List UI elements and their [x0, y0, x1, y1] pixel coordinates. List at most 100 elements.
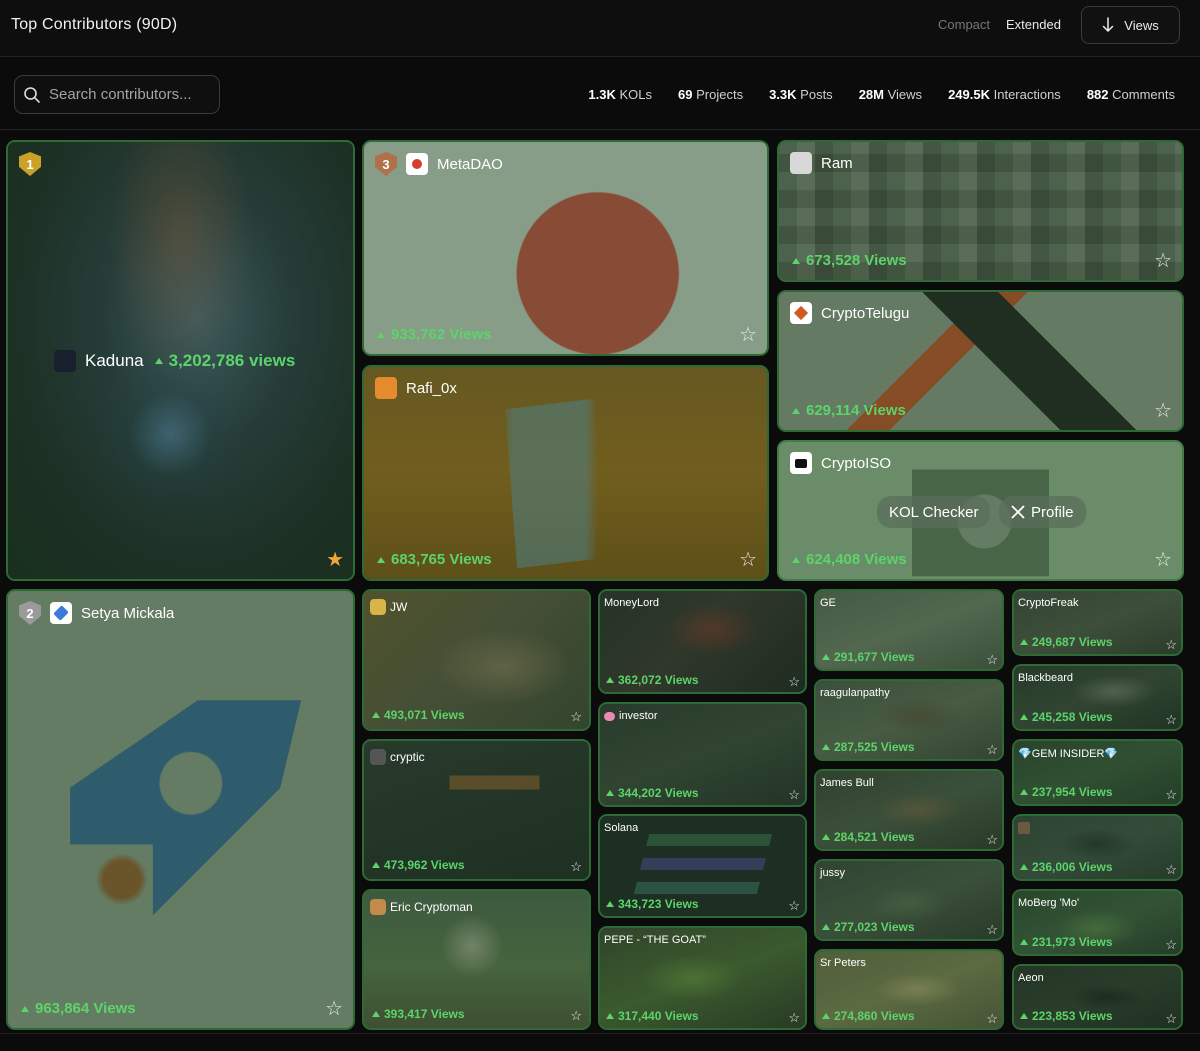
stat-views: 28M Views [859, 87, 922, 102]
stat-value: 249.5K [948, 87, 990, 102]
star-icon[interactable]: ☆ [788, 675, 800, 688]
contributor-tile-ge[interactable]: GE 291,677 Views ☆ [814, 589, 1004, 671]
contributor-tile-rafi[interactable]: Rafi_0x 683,765 Views ☆ [362, 365, 769, 581]
up-arrow-icon [606, 901, 614, 907]
contributor-tile-cryptoiso[interactable]: CryptoISO KOL Checker Profile 624,408 Vi… [777, 440, 1184, 581]
up-arrow-icon [792, 556, 800, 563]
views-value: 284,521 Views [834, 830, 915, 844]
contributor-row: Sr Peters [820, 957, 866, 969]
views-value: 274,860 Views [834, 1009, 915, 1023]
avatar [790, 152, 812, 174]
stat-projects: 69 Projects [678, 87, 743, 102]
star-icon[interactable]: ☆ [986, 1012, 998, 1025]
contributor-views: 284,521 Views [822, 830, 915, 844]
contributor-tile-solana[interactable]: Solana 343,723 Views ☆ [598, 814, 807, 918]
contributor-views: 493,071 Views [372, 708, 465, 722]
search-input[interactable] [49, 86, 209, 103]
contributor-name: CryptoISO [821, 454, 892, 472]
up-arrow-icon [822, 924, 830, 930]
silver-rank-badge: 2 [19, 601, 41, 625]
star-icon[interactable]: ☆ [739, 325, 757, 345]
contributor-views: 473,962 Views [372, 858, 465, 872]
contributor-tile-raagulanpathy[interactable]: raagulanpathy 287,525 Views ☆ [814, 679, 1004, 761]
contributor-tile-eagle[interactable]: 236,006 Views ☆ [1012, 814, 1183, 881]
contributor-tile-jamesbull[interactable]: James Bull 284,521 Views ☆ [814, 769, 1004, 851]
contributor-name: Sr Peters [820, 957, 866, 969]
contributor-views: 933,762 Views [377, 326, 492, 343]
contributor-tile-blackbeard[interactable]: Blackbeard 245,258 Views ☆ [1012, 664, 1183, 731]
contributor-tile-aeon[interactable]: Aeon 223,853 Views ☆ [1012, 964, 1183, 1030]
up-arrow-icon [606, 677, 614, 683]
views-value: 249,687 Views [1032, 635, 1113, 649]
up-arrow-icon [822, 744, 830, 750]
contributor-tile-pepe[interactable]: PEPE - “THE GOAT” 317,440 Views ☆ [598, 926, 807, 1030]
compact-toggle[interactable]: Compact [938, 17, 990, 32]
up-arrow-icon [1020, 789, 1028, 795]
star-icon[interactable]: ☆ [788, 1011, 800, 1024]
bronze-rank-badge: 3 [375, 152, 397, 176]
avatar [370, 749, 386, 765]
contributor-name: jussy [820, 867, 846, 879]
contributor-name: Rafi_0x [406, 379, 457, 397]
kol-checker-button[interactable]: KOL Checker [877, 496, 991, 528]
contributor-row: MoneyLord [604, 597, 659, 609]
star-icon[interactable]: ☆ [1165, 863, 1177, 876]
contributor-row: cryptic [370, 749, 425, 765]
contributor-tile-metadao[interactable]: 3 MetaDAO 933,762 Views ☆ [362, 140, 769, 356]
stat-label: Views [887, 87, 923, 102]
up-arrow-icon [372, 712, 380, 718]
star-icon[interactable]: ☆ [986, 923, 998, 936]
contributor-tile-setya[interactable]: 2 Setya Mickala 963,864 Views ☆ [6, 589, 355, 1030]
contributor-tile-ram[interactable]: Ram 673,528 Views ☆ [777, 140, 1184, 282]
star-icon[interactable]: ☆ [986, 743, 998, 756]
contributor-tile-cryptotelugu[interactable]: CryptoTelugu 629,114 Views ☆ [777, 290, 1184, 432]
star-icon[interactable]: ☆ [986, 653, 998, 666]
sort-views-button[interactable]: Views [1081, 6, 1180, 44]
contributor-tile-cryptofreak[interactable]: CryptoFreak 249,687 Views ☆ [1012, 589, 1183, 656]
star-icon[interactable]: ☆ [1165, 938, 1177, 951]
contributor-tile-investor[interactable]: investor 344,202 Views ☆ [598, 702, 807, 807]
search-box[interactable] [14, 75, 220, 114]
contributor-name: CryptoTelugu [821, 304, 910, 322]
contributor-tile-jw[interactable]: JW 493,071 Views ☆ [362, 589, 591, 731]
up-arrow-icon [822, 834, 830, 840]
star-icon[interactable]: ☆ [986, 833, 998, 846]
contributor-views: 231,973 Views [1020, 935, 1113, 949]
star-icon[interactable]: ☆ [570, 1009, 582, 1022]
contributor-tile-eric[interactable]: Eric Cryptoman 393,417 Views ☆ [362, 889, 591, 1030]
contributor-tile-jussy[interactable]: jussy 277,023 Views ☆ [814, 859, 1004, 941]
star-icon[interactable]: ☆ [1165, 638, 1177, 651]
contributor-views: 236,006 Views [1020, 860, 1113, 874]
x-logo-icon [1011, 505, 1025, 519]
contributor-row: CryptoTelugu [790, 302, 909, 324]
contributor-tile-kaduna[interactable]: 1 Kaduna 3,202,786 views ★ [6, 140, 355, 581]
star-icon[interactable]: ★ [326, 550, 344, 570]
contributor-tile-srpeters[interactable]: Sr Peters 274,860 Views ☆ [814, 949, 1004, 1030]
avatar [370, 599, 386, 615]
contributor-tile-cryptic[interactable]: cryptic 473,962 Views ☆ [362, 739, 591, 881]
views-value: 362,072 Views [618, 673, 699, 687]
contributor-row: MoBerg 'Mo' [1018, 897, 1079, 909]
profile-button[interactable]: Profile [999, 496, 1086, 528]
star-icon[interactable]: ☆ [1154, 401, 1172, 421]
top-header: Top Contributors (90D) Compact Extended … [0, 0, 1200, 57]
extended-toggle[interactable]: Extended [1006, 17, 1061, 32]
star-icon[interactable]: ☆ [1165, 788, 1177, 801]
contributor-tile-gem-insider[interactable]: 💎GEM INSIDER💎 237,954 Views ☆ [1012, 739, 1183, 806]
contributor-tile-moberg[interactable]: MoBerg 'Mo' 231,973 Views ☆ [1012, 889, 1183, 956]
contributor-views: 673,528 Views [792, 252, 907, 269]
contributor-tile-moneylord[interactable]: MoneyLord 362,072 Views ☆ [598, 589, 807, 694]
up-arrow-icon [21, 1005, 29, 1012]
star-icon[interactable]: ☆ [788, 899, 800, 912]
star-icon[interactable]: ☆ [788, 788, 800, 801]
star-icon[interactable]: ☆ [1165, 713, 1177, 726]
star-icon[interactable]: ☆ [1154, 251, 1172, 271]
views-value: 493,071 Views [384, 708, 465, 722]
star-icon[interactable]: ☆ [739, 550, 757, 570]
star-icon[interactable]: ☆ [1165, 1012, 1177, 1025]
star-icon[interactable]: ☆ [325, 999, 343, 1019]
star-icon[interactable]: ☆ [570, 710, 582, 723]
star-icon[interactable]: ☆ [570, 860, 582, 873]
stat-value: 28M [858, 87, 884, 102]
star-icon[interactable]: ☆ [1154, 550, 1172, 570]
